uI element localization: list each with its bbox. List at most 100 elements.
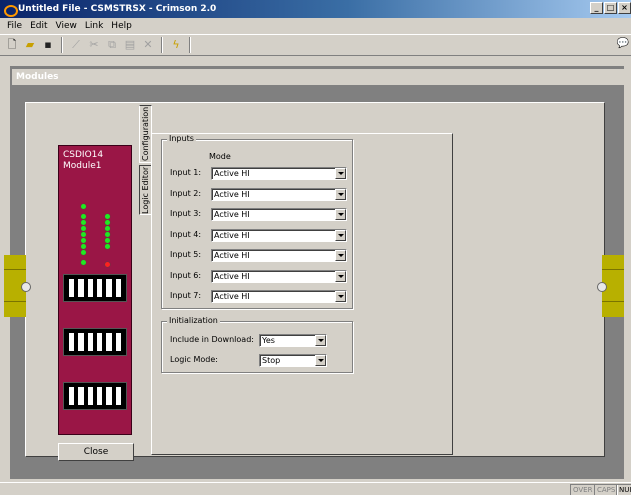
window-title: Untitled File - CSMSTRSX - Crimson 2.0 bbox=[18, 4, 217, 14]
input-5-mode-value: Active HI bbox=[214, 251, 250, 260]
chevron-down-icon[interactable] bbox=[315, 335, 326, 346]
chevron-down-icon[interactable] bbox=[335, 168, 346, 179]
module-model: CSDIO14 bbox=[63, 150, 104, 160]
chevron-down-icon[interactable] bbox=[335, 250, 346, 261]
led bbox=[81, 204, 86, 209]
cut-icon[interactable]: ✂ bbox=[86, 37, 102, 53]
logic-mode-select[interactable]: Stop bbox=[259, 354, 327, 367]
maximize-button[interactable]: □ bbox=[604, 2, 617, 14]
led bbox=[81, 232, 86, 237]
terminal-block bbox=[63, 328, 127, 356]
include-in-download-label: Include in Download: bbox=[170, 335, 254, 344]
modules-title: Modules bbox=[16, 72, 59, 82]
input-1-mode-select[interactable]: Active HI bbox=[211, 167, 347, 180]
right-rail-connector bbox=[597, 255, 624, 317]
logic-mode-label: Logic Mode: bbox=[170, 355, 218, 364]
input-3-mode-select[interactable]: Active HI bbox=[211, 208, 347, 221]
minimize-button[interactable]: _ bbox=[590, 2, 603, 14]
toolbar-separator bbox=[161, 37, 163, 53]
lightning-icon[interactable]: ϟ bbox=[168, 37, 184, 53]
chevron-down-icon[interactable] bbox=[315, 355, 326, 366]
include-in-download-value: Yes bbox=[262, 336, 275, 345]
wand-icon[interactable]: ⟋ bbox=[68, 37, 84, 53]
modules-body: CSDIO14 Module1 Close Configuration Logi… bbox=[4, 85, 624, 467]
mdi-area: CSDIO14 Module1 Close Configuration Logi… bbox=[4, 66, 624, 479]
close-window-button[interactable]: × bbox=[618, 2, 631, 14]
terminal-block bbox=[63, 274, 127, 302]
initialization-group: Initialization Include in Download: Yes … bbox=[161, 316, 353, 373]
led bbox=[81, 260, 86, 265]
left-rail-connector bbox=[4, 255, 31, 317]
close-button[interactable]: Close bbox=[58, 443, 134, 461]
led bbox=[81, 244, 86, 249]
input-3-label: Input 3: bbox=[170, 209, 202, 218]
chevron-down-icon[interactable] bbox=[335, 271, 346, 282]
include-in-download-select[interactable]: Yes bbox=[259, 334, 327, 347]
led bbox=[105, 226, 110, 231]
chevron-down-icon[interactable] bbox=[335, 230, 346, 241]
status-over: OVER bbox=[570, 484, 596, 495]
chevron-down-icon[interactable] bbox=[335, 209, 346, 220]
input-7-label: Input 7: bbox=[170, 291, 202, 300]
led bbox=[105, 214, 110, 219]
title-bar: Untitled File - CSMSTRSX - Crimson 2.0 _… bbox=[0, 0, 631, 18]
input-1-mode-value: Active HI bbox=[214, 169, 250, 178]
status-bar: OVER CAPS NUI bbox=[0, 482, 631, 495]
led-red bbox=[105, 262, 110, 267]
input-2-label: Input 2: bbox=[170, 189, 202, 198]
module-name: Module1 bbox=[63, 161, 102, 171]
input-2-mode-select[interactable]: Active HI bbox=[211, 188, 347, 201]
input-5-label: Input 5: bbox=[170, 250, 202, 259]
inputs-group: Inputs Mode Input 1: Active HI Input 2: … bbox=[161, 134, 353, 309]
input-5-mode-select[interactable]: Active HI bbox=[211, 249, 347, 262]
input-4-mode-value: Active HI bbox=[214, 231, 250, 240]
led bbox=[81, 214, 86, 219]
menu-help[interactable]: Help bbox=[107, 19, 136, 33]
led bbox=[105, 232, 110, 237]
led bbox=[105, 238, 110, 243]
copy-icon[interactable]: ⧉ bbox=[104, 37, 120, 53]
led bbox=[81, 226, 86, 231]
input-1-label: Input 1: bbox=[170, 168, 202, 177]
open-icon[interactable]: ▰ bbox=[22, 37, 38, 53]
menu-view[interactable]: View bbox=[52, 19, 81, 33]
led bbox=[81, 250, 86, 255]
input-4-label: Input 4: bbox=[170, 230, 202, 239]
logic-mode-value: Stop bbox=[262, 356, 281, 365]
menu-file[interactable]: File bbox=[3, 19, 26, 33]
save-icon[interactable]: ▪ bbox=[40, 37, 56, 53]
chevron-down-icon[interactable] bbox=[335, 189, 346, 200]
toolbar: 🗋 ▰ ▪ ⟋ ✂ ⧉ ▤ ✕ ϟ 💬 bbox=[0, 34, 631, 56]
module-graphic[interactable]: CSDIO14 Module1 bbox=[58, 145, 132, 435]
configuration-page: Inputs Mode Input 1: Active HI Input 2: … bbox=[151, 133, 453, 455]
input-4-mode-select[interactable]: Active HI bbox=[211, 229, 347, 242]
input-7-mode-value: Active HI bbox=[214, 292, 250, 301]
paste-icon[interactable]: ▤ bbox=[122, 37, 138, 53]
modules-window: CSDIO14 Module1 Close Configuration Logi… bbox=[4, 69, 624, 467]
inputs-group-label: Inputs bbox=[167, 134, 196, 143]
led bbox=[81, 220, 86, 225]
menu-bar: File Edit View Link Help bbox=[0, 19, 631, 33]
help-icon[interactable]: 💬 bbox=[617, 38, 629, 49]
app-icon bbox=[3, 3, 18, 17]
chevron-down-icon[interactable] bbox=[335, 291, 346, 302]
led bbox=[81, 238, 86, 243]
module-config-panel: CSDIO14 Module1 Close Configuration Logi… bbox=[4, 102, 624, 461]
menu-edit[interactable]: Edit bbox=[26, 19, 51, 33]
input-6-mode-select[interactable]: Active HI bbox=[211, 270, 347, 283]
input-3-mode-value: Active HI bbox=[214, 210, 250, 219]
mode-header-label: Mode bbox=[209, 152, 231, 161]
led bbox=[105, 244, 110, 249]
status-num: NUI bbox=[616, 484, 631, 495]
status-caps: CAPS bbox=[594, 484, 619, 495]
led bbox=[105, 220, 110, 225]
new-icon[interactable]: 🗋 bbox=[4, 37, 20, 53]
input-7-mode-select[interactable]: Active HI bbox=[211, 290, 347, 303]
toolbar-separator bbox=[61, 37, 63, 53]
close-button-label: Close bbox=[83, 447, 109, 457]
input-6-mode-value: Active HI bbox=[214, 272, 250, 281]
initialization-group-label: Initialization bbox=[167, 316, 220, 325]
terminal-block bbox=[63, 382, 127, 410]
delete-icon[interactable]: ✕ bbox=[140, 37, 156, 53]
menu-link[interactable]: Link bbox=[81, 19, 107, 33]
